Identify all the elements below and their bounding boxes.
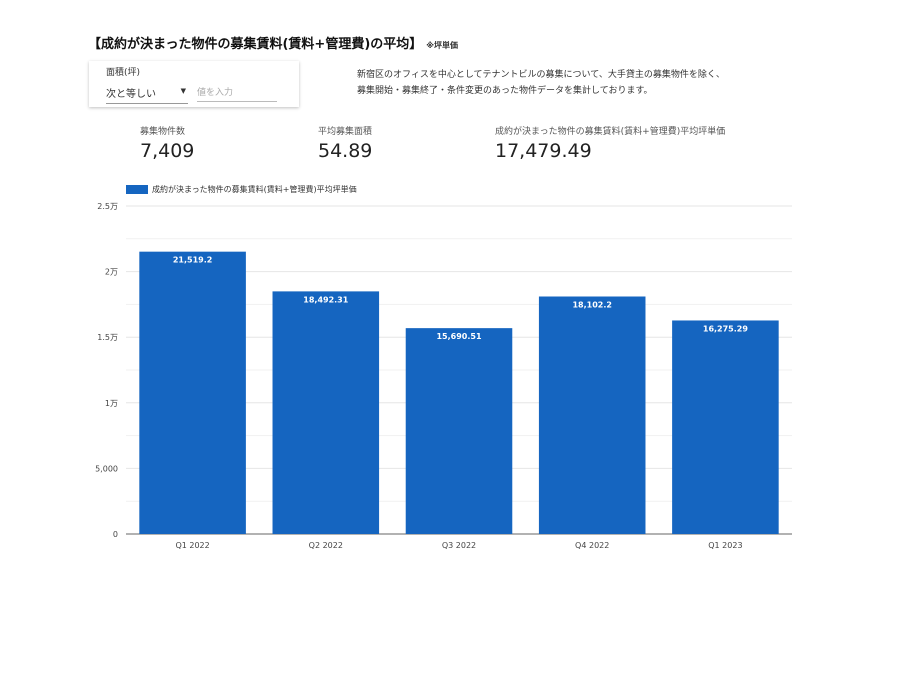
data-label: 15,690.51 [436,332,481,341]
y-tick-label: 1万 [105,399,118,408]
y-tick-label: 1.5万 [97,333,118,342]
y-tick-label: 0 [113,530,118,539]
bar [139,251,246,534]
x-tick-label: Q1 2022 [175,541,209,550]
y-tick-label: 2.5万 [97,202,118,211]
data-label: 16,275.29 [703,324,748,333]
x-tick-label: Q2 2022 [309,541,343,550]
x-tick-label: Q1 2023 [708,541,742,550]
data-label: 21,519.2 [173,256,212,265]
data-label: 18,492.31 [303,295,348,304]
bar [405,328,513,534]
bar [538,296,646,534]
bar-chart: 0 5,000 1万 1.5万 2万 2.5万 21,519.2 Q1 2022 18,492.… [95,202,792,550]
y-tick-label: 2万 [105,268,118,277]
bar [272,291,380,534]
x-tick-label: Q3 2022 [442,541,476,550]
y-tick-label: 5,000 [95,464,118,473]
data-label: 18,102.2 [572,300,611,309]
bar [672,320,779,534]
x-tick-label: Q4 2022 [575,541,609,550]
